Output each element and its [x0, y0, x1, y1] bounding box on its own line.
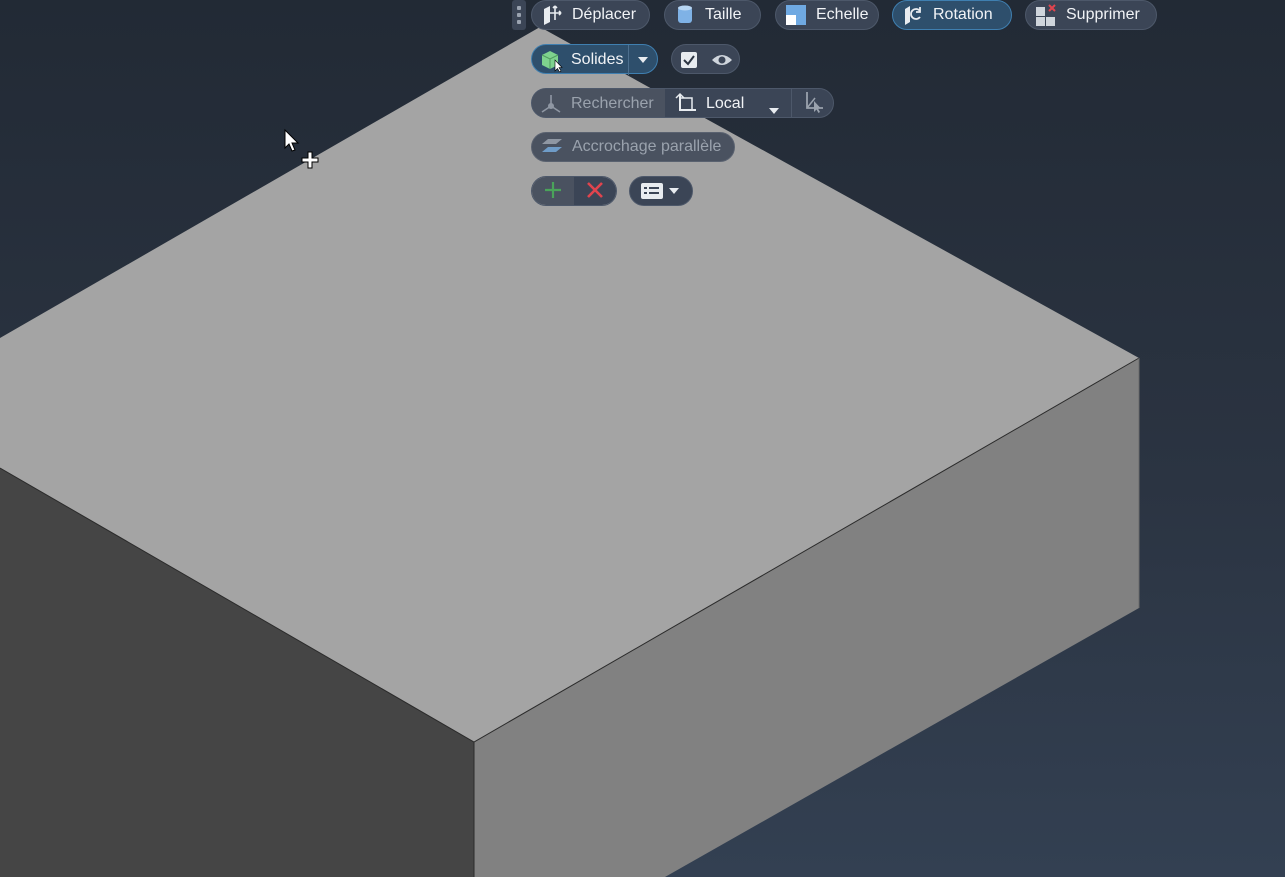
toolbar-grip-handle[interactable] [512, 0, 526, 30]
remove-button[interactable] [574, 177, 616, 205]
list-menu-icon [641, 182, 663, 200]
search-axes-icon [539, 92, 563, 116]
size-label: Taille [705, 6, 742, 23]
plus-icon [544, 181, 562, 204]
scale-squares-icon [784, 3, 808, 27]
move-arrows-icon [540, 3, 564, 27]
coord-system-select[interactable]: Local [665, 89, 791, 117]
parallel-snap-button[interactable]: Accrochage parallèle [531, 132, 735, 162]
add-button[interactable] [532, 177, 574, 205]
x-icon [586, 181, 604, 204]
size-button[interactable]: Taille [664, 0, 761, 30]
coord-chevron-down-icon [769, 101, 779, 117]
delete-label: Supprimer [1066, 6, 1140, 23]
local-frame-icon [674, 92, 698, 116]
eye-icon[interactable] [706, 45, 738, 75]
delete-button[interactable]: Supprimer [1025, 0, 1157, 30]
move-label: Déplacer [572, 6, 637, 23]
rotate-label: Rotation [933, 6, 993, 23]
add-remove-group [531, 176, 617, 206]
search-label: Rechercher [571, 95, 654, 112]
scale-label: Echelle [816, 6, 869, 23]
solids-filter-label: Solides [571, 51, 624, 68]
selection-filter-dropdown[interactable]: Solides [531, 44, 658, 75]
parallel-snap-label: Accrochage parallèle [572, 138, 722, 155]
move-button[interactable]: Déplacer [531, 0, 650, 30]
pick-frame-button[interactable] [791, 89, 833, 118]
search-coord-bar: Rechercher Local [531, 88, 834, 118]
visibility-toggle-group[interactable] [671, 44, 740, 74]
frame-cursor-icon [801, 90, 825, 118]
layers-icon [540, 135, 564, 159]
filter-chevron-down-icon[interactable] [628, 45, 657, 75]
coord-system-value: Local [706, 95, 745, 112]
mouse-cursor-icon [284, 128, 319, 169]
rotate-icon [901, 3, 925, 27]
options-menu-button[interactable] [629, 176, 693, 206]
cylinder-size-icon [673, 3, 697, 27]
cube-cursor-icon [539, 48, 563, 72]
scale-button[interactable]: Echelle [775, 0, 879, 30]
rotate-button[interactable]: Rotation [892, 0, 1012, 30]
search-button[interactable]: Rechercher [532, 89, 665, 117]
delete-grid-icon [1034, 3, 1058, 27]
checkbox-icon[interactable] [672, 45, 706, 75]
options-chevron-down-icon [669, 188, 679, 194]
solids-filter-button[interactable]: Solides [532, 45, 628, 75]
